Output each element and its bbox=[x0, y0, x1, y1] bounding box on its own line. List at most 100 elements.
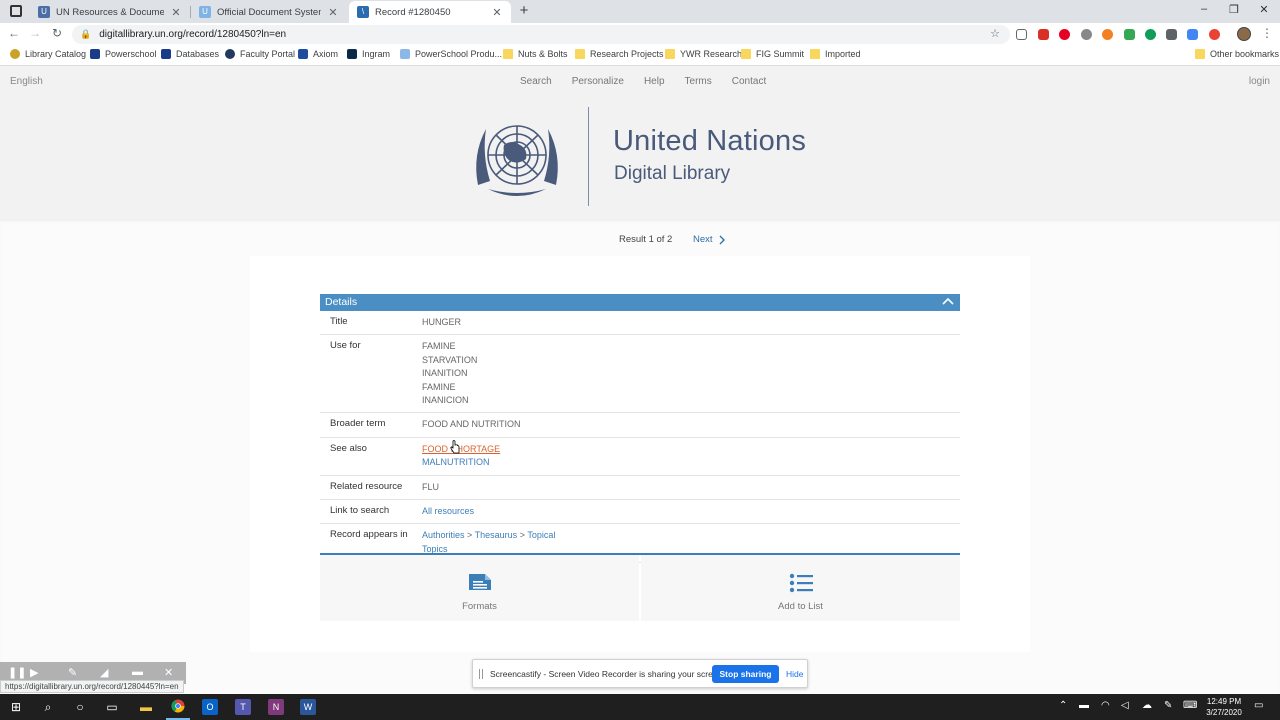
close-icon[interactable]: ✕ bbox=[164, 666, 173, 679]
notifications-icon[interactable]: ▭ bbox=[1254, 700, 1263, 711]
bookmark-other-bookmarks[interactable]: Other bookmarks bbox=[1195, 49, 1279, 59]
page-viewport: English Search Personalize Help Terms Co… bbox=[0, 67, 1280, 694]
folder-icon bbox=[741, 49, 751, 59]
green-extension-icon[interactable] bbox=[1124, 29, 1135, 40]
new-tab-button[interactable]: + bbox=[515, 2, 533, 19]
table-row-related-resource: Related resource FLU bbox=[320, 476, 960, 501]
tray-chevron-up-icon[interactable]: ⌃ bbox=[1059, 700, 1067, 711]
breadcrumb-topical[interactable]: Topical bbox=[527, 530, 555, 540]
related-resource-value: FLU bbox=[422, 481, 440, 492]
onenote-icon[interactable]: N bbox=[268, 699, 284, 715]
close-tab-icon[interactable]: ✕ bbox=[170, 6, 182, 19]
wifi-icon[interactable]: ◠ bbox=[1101, 700, 1110, 711]
address-bar[interactable]: 🔒 digitallibrary.un.org/record/1280450?l… bbox=[72, 25, 1010, 44]
field-label: See also bbox=[330, 442, 367, 454]
see-also-list: FOOD SHORTAGE MALNUTRITION bbox=[422, 443, 500, 470]
list-item: INANICION bbox=[422, 395, 469, 406]
tab-un-resources[interactable]: U UN Resources & Documents | Da ✕ bbox=[30, 1, 190, 23]
close-window-button[interactable]: ✕ bbox=[1256, 3, 1272, 16]
next-result-link[interactable]: Next bbox=[693, 234, 726, 245]
tab-official-document-system[interactable]: U Official Document System of the ✕ bbox=[191, 1, 347, 23]
screencastify-extension-icon[interactable] bbox=[1209, 29, 1220, 40]
chrome-icon[interactable] bbox=[166, 699, 190, 720]
chevron-right-icon bbox=[719, 235, 725, 244]
see-also-link-malnutrition[interactable]: MALNUTRITION bbox=[422, 457, 490, 467]
language-selector[interactable]: English bbox=[10, 76, 43, 87]
record-card: Details Title HUNGER Use for FAMINE STAR… bbox=[250, 256, 1030, 652]
hide-notice-button[interactable]: Hide bbox=[786, 669, 803, 679]
search-icon[interactable]: ⌕ bbox=[40, 699, 56, 715]
volume-icon[interactable]: ◁ bbox=[1121, 700, 1129, 711]
bookmark-axiom[interactable]: Axiom bbox=[298, 49, 338, 59]
pocket-extension-icon[interactable] bbox=[1016, 29, 1027, 40]
play-icon[interactable]: ▶ bbox=[30, 666, 38, 679]
bookmark-library-catalog[interactable]: Library Catalog bbox=[10, 49, 86, 59]
bookmark-ingram[interactable]: Ingram bbox=[347, 49, 390, 59]
drag-handle-icon[interactable] bbox=[479, 669, 483, 679]
bookmark-folder-imported[interactable]: Imported bbox=[810, 49, 861, 59]
reload-icon[interactable]: ↻ bbox=[49, 26, 65, 40]
bookmark-faculty-portal[interactable]: Faculty Portal bbox=[225, 49, 295, 59]
bookmark-folder-nuts-bolts[interactable]: Nuts & Bolts bbox=[503, 49, 568, 59]
eraser-icon[interactable]: ◢ bbox=[100, 666, 108, 679]
nav-search[interactable]: Search bbox=[520, 76, 552, 87]
restore-window-button[interactable]: ❐ bbox=[1226, 3, 1242, 16]
add-to-list-button[interactable]: Add to List bbox=[641, 555, 960, 621]
red-extension-icon[interactable] bbox=[1038, 29, 1049, 40]
ingram-icon bbox=[347, 49, 357, 59]
lightbulb-icon bbox=[10, 49, 20, 59]
outlook-icon[interactable]: O bbox=[202, 699, 218, 715]
orange-extension-icon[interactable] bbox=[1102, 29, 1113, 40]
pinterest-extension-icon[interactable] bbox=[1059, 29, 1070, 40]
nav-help[interactable]: Help bbox=[644, 76, 665, 87]
bookmark-folder-research-projects[interactable]: Research Projects bbox=[575, 49, 664, 59]
profile-avatar[interactable] bbox=[1237, 27, 1251, 41]
bookmark-star-icon[interactable]: ☆ bbox=[990, 27, 1000, 40]
minimize-window-button[interactable]: – bbox=[1196, 3, 1212, 15]
field-label: Link to search bbox=[330, 505, 390, 517]
all-resources-link[interactable]: All resources bbox=[422, 506, 474, 516]
formats-button[interactable]: Formats bbox=[320, 555, 639, 621]
task-view-icon[interactable]: ▭ bbox=[104, 699, 120, 715]
keyboard-icon[interactable]: ⌨ bbox=[1183, 700, 1197, 711]
pdf-extension-icon[interactable] bbox=[1166, 29, 1177, 40]
windows-start-icon[interactable]: ⊞ bbox=[8, 699, 24, 715]
camera-icon[interactable]: ▬ bbox=[132, 666, 143, 678]
details-header[interactable]: Details bbox=[320, 294, 960, 311]
nav-contact[interactable]: Contact bbox=[732, 76, 766, 87]
stop-sharing-button[interactable]: Stop sharing bbox=[712, 665, 779, 683]
bookmark-databases[interactable]: Databases bbox=[161, 49, 219, 59]
bookmark-folder-fig-summit[interactable]: FIG Summit bbox=[741, 49, 804, 59]
bookmark-powerschool[interactable]: Powerschool bbox=[90, 49, 157, 59]
login-link[interactable]: login bbox=[1249, 76, 1270, 87]
breadcrumb-thesaurus[interactable]: Thesaurus bbox=[475, 530, 518, 540]
back-arrow-icon[interactable]: ← bbox=[6, 26, 22, 40]
file-explorer-icon[interactable]: ▬ bbox=[138, 699, 154, 715]
tab-record[interactable]: \ Record #1280450 ✕ bbox=[349, 1, 511, 23]
pause-icon[interactable]: ❚❚ bbox=[8, 666, 26, 679]
tray-device-icon[interactable]: ▬ bbox=[1079, 700, 1089, 711]
site-brand[interactable]: United Nations Digital Library bbox=[468, 107, 828, 207]
translate-extension-icon[interactable] bbox=[1187, 29, 1198, 40]
browser-menu-icon[interactable]: ⋮ bbox=[1261, 26, 1273, 40]
bookmark-folder-ywr-research[interactable]: YWR Research bbox=[665, 49, 742, 59]
taskbar-clock[interactable]: 12:49 PM 3/27/2020 bbox=[1198, 696, 1250, 718]
forward-arrow-icon[interactable]: → bbox=[27, 26, 43, 40]
collapse-chevron-icon[interactable] bbox=[942, 294, 954, 311]
pen-icon[interactable]: ✎ bbox=[68, 666, 77, 679]
close-tab-icon[interactable]: ✕ bbox=[327, 6, 339, 19]
close-tab-icon[interactable]: ✕ bbox=[491, 6, 503, 19]
onedrive-icon[interactable]: ☁ bbox=[1142, 700, 1152, 711]
cortana-icon[interactable]: ○ bbox=[72, 699, 88, 715]
breadcrumb-authorities[interactable]: Authorities bbox=[422, 530, 465, 540]
gray-extension-icon[interactable] bbox=[1081, 29, 1092, 40]
word-icon[interactable]: W bbox=[300, 699, 316, 715]
bookmark-powerschool-products[interactable]: PowerSchool Produ... bbox=[400, 49, 502, 59]
grammar-extension-icon[interactable] bbox=[1145, 29, 1156, 40]
nav-personalize[interactable]: Personalize bbox=[572, 76, 624, 87]
nav-terms[interactable]: Terms bbox=[685, 76, 712, 87]
teams-icon[interactable]: T bbox=[235, 699, 251, 715]
see-also-link-food-shortage[interactable]: FOOD SHORTAGE bbox=[422, 444, 500, 454]
pen-workspace-icon[interactable]: ✎ bbox=[1164, 700, 1172, 711]
next-label: Next bbox=[693, 234, 713, 245]
